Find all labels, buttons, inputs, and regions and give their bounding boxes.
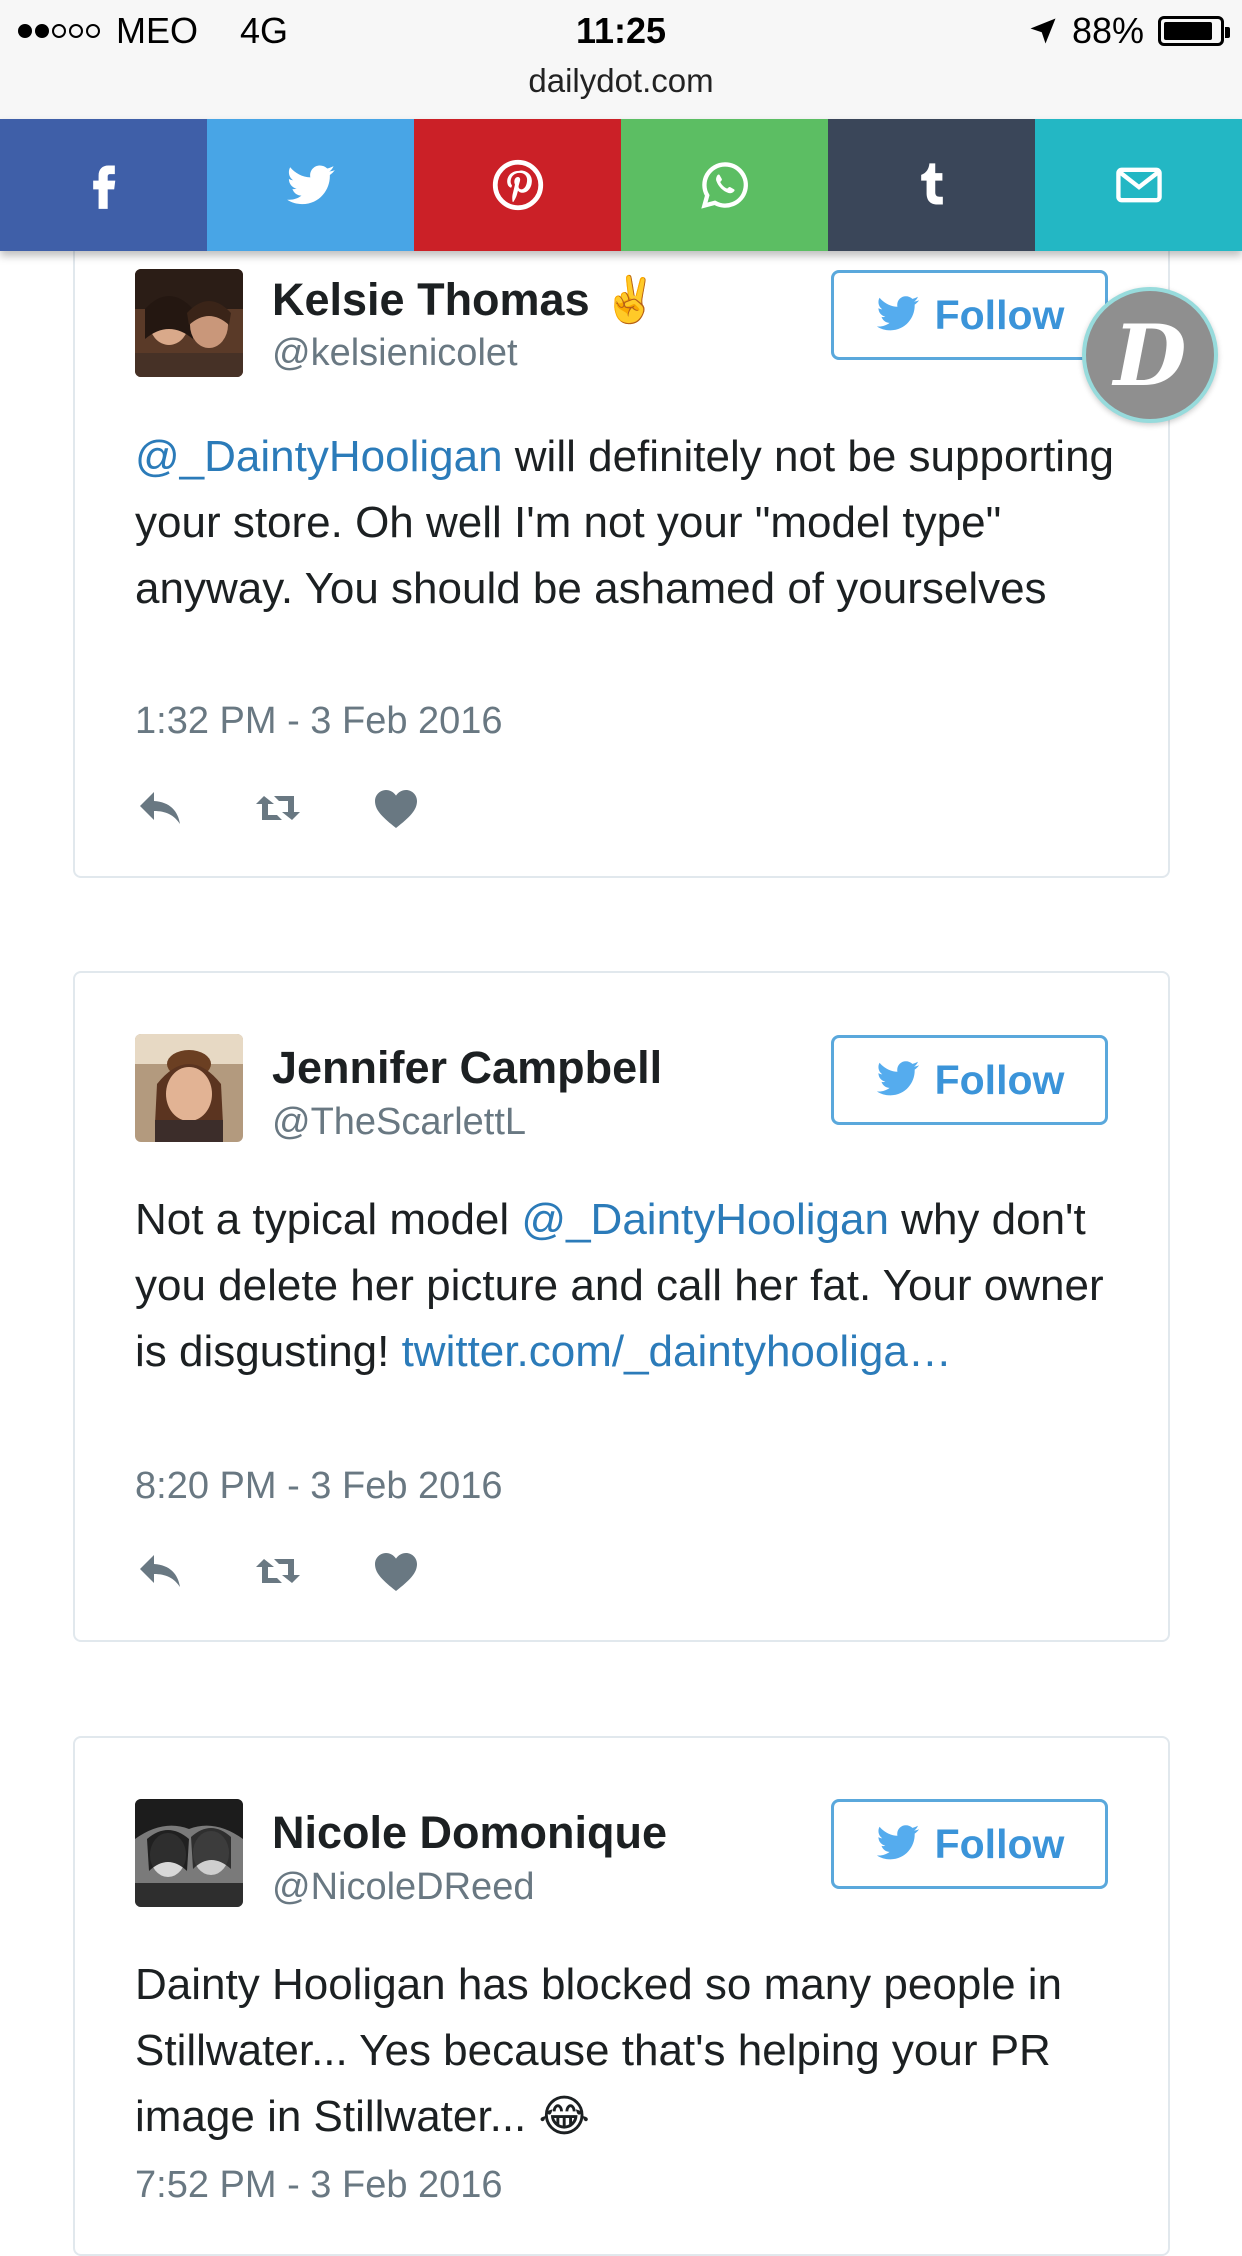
- like-heart-icon[interactable]: [371, 786, 421, 830]
- mention-link[interactable]: @_DaintyHooligan: [135, 432, 503, 481]
- tweet-actions: [135, 786, 421, 830]
- facebook-share-button[interactable]: [0, 119, 207, 251]
- follow-label: Follow: [934, 291, 1065, 338]
- reply-icon[interactable]: [135, 786, 185, 830]
- tweet-card: Kelsie Thomas ✌️ @kelsienicolet Follow @…: [73, 220, 1170, 878]
- retweet-icon[interactable]: [253, 786, 303, 830]
- twitter-icon: [286, 165, 335, 205]
- email-icon: [1115, 167, 1162, 203]
- tweet-text: Not a typical model @_DaintyHooligan why…: [135, 1195, 1104, 1376]
- avatar[interactable]: [135, 269, 243, 377]
- battery-icon: [1158, 16, 1230, 46]
- follow-label: Follow: [934, 1820, 1065, 1867]
- dailydot-logo-button[interactable]: D: [1082, 287, 1218, 423]
- author-name[interactable]: Jennifer Campbell: [272, 1042, 662, 1094]
- author-handle[interactable]: @kelsienicolet: [272, 332, 518, 375]
- tweet-timestamp[interactable]: 8:20 PM - 3 Feb 2016: [135, 1465, 503, 1508]
- pinterest-share-button[interactable]: [414, 119, 621, 251]
- follow-button[interactable]: Follow: [831, 1035, 1108, 1125]
- author-handle[interactable]: @NicoleDReed: [272, 1866, 534, 1909]
- address-bar-url[interactable]: dailydot.com: [0, 62, 1242, 100]
- tweet-actions: [135, 1549, 421, 1593]
- follow-label: Follow: [934, 1056, 1065, 1103]
- share-bar: [0, 119, 1242, 251]
- victory-hand-emoji: ✌️: [602, 274, 659, 325]
- status-right: 88%: [1028, 10, 1230, 52]
- tumblr-icon: [920, 163, 943, 205]
- twitter-bird-icon: [876, 1825, 919, 1860]
- facebook-icon: [92, 165, 115, 209]
- author-name[interactable]: Kelsie Thomas ✌️: [272, 273, 658, 326]
- follow-button[interactable]: Follow: [831, 1799, 1108, 1889]
- status-bar: MEO 4G 11:25 88% dailydot.com: [0, 0, 1242, 119]
- twitter-share-button[interactable]: [207, 119, 414, 251]
- tweet-text: Dainty Hooligan has blocked so many peop…: [135, 1960, 1063, 2141]
- like-heart-icon[interactable]: [371, 1549, 421, 1593]
- email-share-button[interactable]: [1035, 119, 1242, 251]
- tweet-timestamp[interactable]: 7:52 PM - 3 Feb 2016: [135, 2164, 503, 2207]
- location-arrow-icon: [1030, 18, 1056, 44]
- tumblr-share-button[interactable]: [828, 119, 1035, 251]
- whatsapp-share-button[interactable]: [621, 119, 828, 251]
- twitter-bird-icon: [876, 296, 919, 331]
- twitter-bird-icon: [876, 1061, 919, 1096]
- retweet-icon[interactable]: [253, 1549, 303, 1593]
- mention-link[interactable]: @_DaintyHooligan: [521, 1195, 889, 1244]
- author-handle[interactable]: @TheScarlettL: [272, 1101, 526, 1144]
- tweet-card: Jennifer Campbell @TheScarlettL Follow N…: [73, 971, 1170, 1642]
- battery-percent: 88%: [1071, 10, 1144, 51]
- tweet-card: Nicole Domonique @NicoleDReed Follow Dai…: [73, 1736, 1170, 2256]
- tweet-text: @_DaintyHooligan will definitely not be …: [135, 432, 1115, 613]
- avatar[interactable]: [135, 1799, 243, 1907]
- avatar[interactable]: [135, 1034, 243, 1142]
- reply-icon[interactable]: [135, 1549, 185, 1593]
- author-name[interactable]: Nicole Domonique: [272, 1807, 667, 1859]
- dailydot-logo-letter: D: [1113, 305, 1187, 405]
- tweet-timestamp[interactable]: 1:32 PM - 3 Feb 2016: [135, 700, 503, 743]
- tweet-url-link[interactable]: twitter.com/_daintyhooliga…: [402, 1327, 952, 1376]
- pinterest-icon: [492, 159, 543, 211]
- follow-button[interactable]: Follow: [831, 270, 1108, 360]
- whatsapp-icon: [700, 162, 748, 209]
